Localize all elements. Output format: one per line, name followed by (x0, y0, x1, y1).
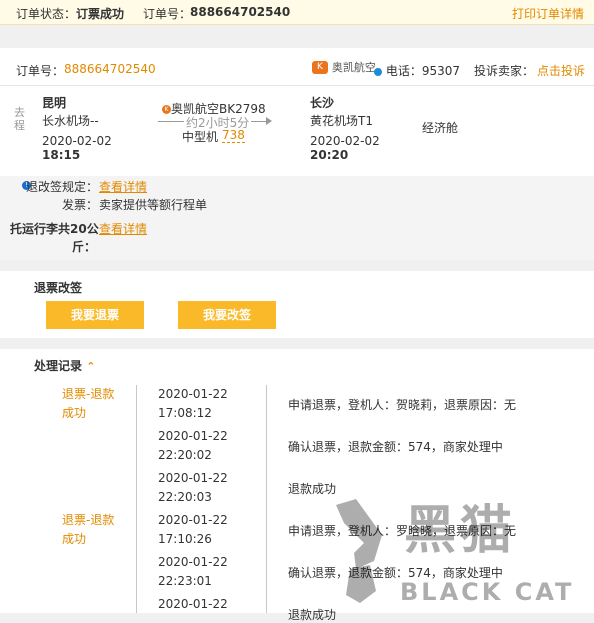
processing-records-panel: 处理记录 ⌃ 退票-退款 成功 退票-退款 成功 2020-01-22 17:0… (0, 349, 594, 622)
phone-label: 电话： (385, 64, 422, 78)
departure-time: 18:15 (42, 148, 81, 162)
airline-small-icon: K (162, 105, 171, 114)
record-description: 退款成功 (288, 608, 337, 622)
order-detail-panel: 订单号： 888664702540 K 奥凯航空 电话：95307 投诉卖家： … (0, 48, 594, 260)
record-description: 确认退票，退款金额：574，商家处理中 (288, 440, 503, 454)
order-number-label: 订单号： (143, 7, 192, 21)
record-datetime: 2020-01-22 22:20:03 (158, 471, 228, 504)
records-right-line (266, 385, 267, 613)
refund-button[interactable]: 我要退票 (46, 301, 144, 329)
airline-logo-icon: K (312, 60, 328, 74)
record-datetime: 2020-01-22 (158, 597, 228, 611)
baggage-link[interactable]: 查看详情 (99, 220, 147, 237)
records-left-line (136, 385, 137, 613)
record-description: 确认退票，退款金额：574，商家处理中 (288, 566, 503, 580)
leg-label: 去程 (14, 106, 25, 132)
record-datetime: 2020-01-22 22:20:02 (158, 429, 228, 462)
arrival-city: 长沙 (310, 96, 335, 110)
phone-number: 95307 (421, 64, 461, 78)
record-group-status: 退票-退款 成功 (62, 387, 115, 420)
arrival-date: 2020-02-02 (310, 134, 380, 148)
complain-label: 投诉卖家： (474, 64, 535, 78)
flight-arrow-head (266, 117, 272, 125)
records-title[interactable]: 处理记录 ⌃ (34, 357, 95, 374)
change-button[interactable]: 我要改签 (178, 301, 276, 329)
airline-logo: K 奥凯航空 (312, 59, 376, 75)
record-description: 申请退票，登机人：贺晓莉，退票原因：无 (288, 398, 517, 412)
phone-icon (374, 67, 382, 76)
order-number-2: 888664702540 (64, 62, 156, 76)
print-order-link[interactable]: 打印订单详情 (512, 5, 584, 22)
arrival-time: 20:20 (310, 148, 349, 162)
status-value: 订票成功 (76, 7, 125, 21)
order-status-bar: 订单状态： 订票成功 订单号： 888664702540 打印订单详情 (0, 0, 594, 25)
order-number-label-2: 订单号： (16, 64, 65, 78)
policy-label: 退改签规定： (26, 180, 99, 194)
record-datetime: 2020-01-22 17:10:26 (158, 513, 228, 546)
record-datetime: 2020-01-22 22:23:01 (158, 555, 228, 588)
departure-city: 昆明 (42, 96, 67, 110)
refund-change-panel: 退票改签 我要退票 我要改签 (0, 271, 594, 338)
record-description: 申请退票，登机人：罗晗晓，退票原因：无 (288, 524, 517, 538)
invoice-value: 卖家提供等额行程单 (99, 198, 208, 212)
baggage-label: 托运行李共20公 (10, 222, 99, 236)
chevron-up-icon: ⌃ (86, 360, 96, 373)
phone-info: 电话：95307 (374, 62, 460, 79)
order-extras: ! 退改签规定： 查看详情 发票： 卖家提供等额行程单 托运行李共20公 斤： … (0, 176, 594, 260)
order-number: 888664702540 (190, 5, 291, 19)
cabin-class: 经济舱 (422, 121, 459, 135)
record-description: 退款成功 (288, 482, 337, 496)
policy-link[interactable]: 查看详情 (99, 178, 147, 195)
status-label: 订单状态： (16, 7, 77, 21)
arrival-airport: 黄花机场T1 (310, 114, 373, 128)
aircraft-type: 中型机 (182, 130, 219, 144)
aircraft-code[interactable]: 738 (222, 128, 245, 143)
refund-title: 退票改签 (34, 281, 83, 295)
departure-date: 2020-02-02 (42, 134, 112, 148)
record-datetime: 2020-01-22 17:08:12 (158, 387, 228, 420)
departure-airport: 长水机场-- (42, 114, 99, 128)
flight-info: 去程 昆明 长水机场-- 2020-02-02 18:15 K 奥凯航空BK279… (0, 86, 594, 176)
invoice-label: 发票： (62, 198, 99, 212)
record-group-status: 退票-退款 成功 (62, 513, 115, 546)
complain-link[interactable]: 点击投诉 (537, 62, 585, 79)
baggage-label-cont: 斤： (72, 240, 97, 254)
